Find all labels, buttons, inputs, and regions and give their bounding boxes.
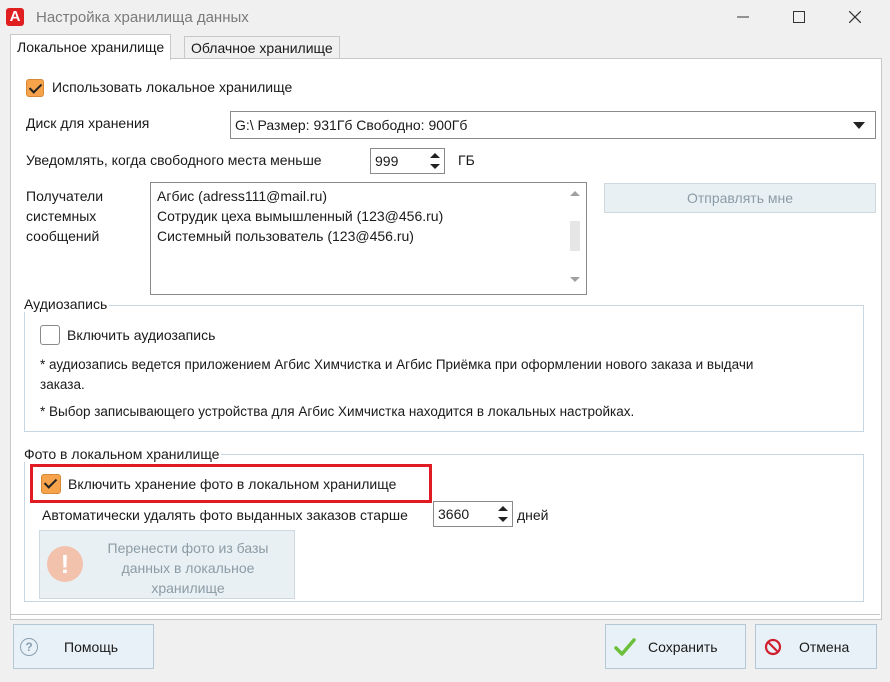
recipients-list[interactable]: Агбис (adress111@mail.ru) Сотрудик цеха … <box>150 182 587 295</box>
list-item[interactable]: Сотрудик цеха вымышленный (123@456.ru) <box>157 208 443 224</box>
use-local-label: Использовать локальное хранилище <box>52 79 293 95</box>
audio-group-title: Аудиозапись <box>22 296 110 312</box>
use-local-checkbox[interactable] <box>26 79 44 97</box>
enable-audio-label: Включить аудиозапись <box>67 327 216 343</box>
chevron-down-icon <box>853 122 865 129</box>
help-icon: ? <box>20 638 38 656</box>
recipients-label: Получатели системных сообщений <box>26 188 104 244</box>
list-item[interactable]: Агбис (adress111@mail.ru) <box>157 188 327 204</box>
minimize-button[interactable] <box>714 0 772 34</box>
disk-label: Диск для хранения <box>26 115 150 131</box>
cancel-button[interactable]: Отмена <box>755 624 877 669</box>
auto-delete-days-value: 3660 <box>438 506 470 522</box>
notify-threshold-stepper[interactable]: 999 <box>370 148 445 174</box>
maximize-button[interactable] <box>770 0 828 34</box>
scroll-up-icon[interactable] <box>570 191 580 196</box>
enable-audio-checkbox[interactable] <box>40 325 60 345</box>
disk-select-value: G:\ Размер: 931Гб Свободно: 900Гб <box>235 117 468 133</box>
enable-photo-storage-label: Включить хранение фото в локальном храни… <box>68 476 397 492</box>
checkmark-icon <box>614 638 636 656</box>
transfer-photos-button[interactable]: ! Перенести фото из базы данных в локаль… <box>39 530 295 599</box>
close-button[interactable] <box>826 0 884 34</box>
disk-select[interactable]: G:\ Размер: 931Гб Свободно: 900Гб <box>230 111 876 139</box>
save-button-label: Сохранить <box>648 639 718 655</box>
notify-threshold-value: 999 <box>375 153 399 169</box>
cancel-icon <box>764 638 782 656</box>
save-button[interactable]: Сохранить <box>605 624 746 669</box>
notify-label: Уведомлять, когда свободного места меньш… <box>26 152 322 168</box>
title-bar: A Настройка хранилища данных <box>0 0 890 34</box>
auto-delete-days-stepper[interactable]: 3660 <box>433 501 513 527</box>
cancel-button-label: Отмена <box>799 639 850 655</box>
auto-delete-unit: дней <box>517 507 549 523</box>
app-logo-icon: A <box>6 8 24 26</box>
help-button[interactable]: ? Помощь <box>13 624 154 669</box>
spin-arrows-icon[interactable] <box>430 152 440 170</box>
auto-delete-label: Автоматически удалять фото выданных зака… <box>42 507 408 523</box>
list-item[interactable]: Системный пользователь (123@456.ru) <box>157 228 414 244</box>
enable-photo-storage-checkbox[interactable] <box>41 474 61 494</box>
audio-note-1-line-2: заказа. <box>40 377 85 392</box>
minimize-icon <box>737 16 749 18</box>
notify-unit: ГБ <box>458 152 475 168</box>
spin-arrows-icon[interactable] <box>498 505 508 523</box>
tab-cloud-storage[interactable]: Облачное хранилище <box>184 36 340 59</box>
close-icon <box>849 11 861 23</box>
window-title: Настройка хранилища данных <box>36 9 249 26</box>
audio-note-2: * Выбор записывающего устройства для Агб… <box>40 404 635 419</box>
send-me-button[interactable]: Отправлять мне <box>604 183 876 213</box>
warning-icon: ! <box>47 546 83 582</box>
audio-note-1-line-1: * аудиозапись ведется приложением Агбис … <box>40 357 754 372</box>
footer-divider <box>10 614 880 615</box>
recipients-scrollbar[interactable] <box>566 185 584 292</box>
tab-local-storage[interactable]: Локальное хранилище <box>10 34 172 60</box>
photo-group-title: Фото в локальном хранилище <box>22 446 222 462</box>
scroll-thumb[interactable] <box>570 221 580 251</box>
transfer-photos-label: Перенести фото из базы данных в локально… <box>107 540 269 596</box>
help-button-label: Помощь <box>64 639 119 655</box>
scroll-down-icon[interactable] <box>570 277 580 282</box>
maximize-icon <box>793 11 805 23</box>
